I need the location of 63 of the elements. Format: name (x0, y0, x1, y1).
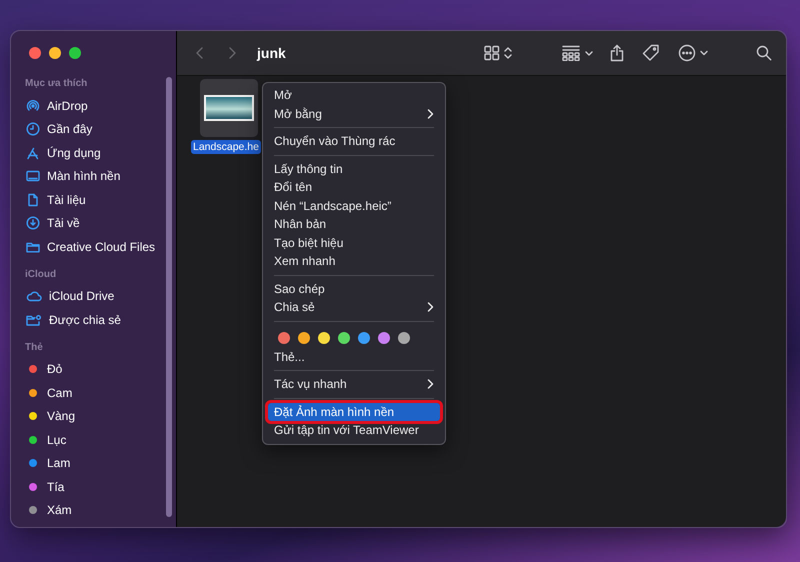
menu-item[interactable]: Đổi tên (268, 178, 440, 196)
menu-item[interactable]: Thẻ... (268, 348, 440, 366)
file-name[interactable]: Landscape.he (191, 140, 261, 154)
photo-placeholder (204, 95, 254, 121)
sidebar-item[interactable]: Đỏ (11, 358, 176, 381)
zoom-button[interactable] (69, 47, 81, 59)
close-button[interactable] (29, 47, 41, 59)
sidebar-item[interactable]: iCloud Drive (11, 284, 176, 308)
tag-color-dot[interactable] (358, 332, 370, 344)
sidebar-item[interactable]: Ứng dụng (11, 141, 176, 164)
menu-item[interactable]: Xem nhanh (268, 252, 440, 270)
shared-folder-icon (26, 312, 42, 327)
monitor-icon (26, 169, 40, 184)
sidebar-item[interactable]: Lục (11, 428, 176, 452)
forward-icon[interactable] (227, 46, 237, 60)
menu-item[interactable]: Chuyển vào Thùng rác (268, 132, 440, 150)
sidebar-item[interactable]: Được chia sẻ (11, 308, 176, 332)
sidebar-item[interactable]: Cam (11, 381, 176, 404)
menu-item[interactable]: Lấy thông tin (268, 160, 440, 178)
sidebar-item[interactable]: Tía (11, 475, 176, 498)
download-icon (26, 216, 40, 230)
airdrop-icon (26, 98, 40, 113)
sidebar-item[interactable]: Màn hình nền (11, 164, 176, 188)
sidebar-item[interactable]: Xám (11, 498, 176, 522)
sidebar-item[interactable]: Tải về (11, 212, 176, 235)
search-icon[interactable] (756, 45, 772, 61)
apps-icon (26, 146, 40, 160)
sidebar-item[interactable]: Vàng (11, 404, 176, 428)
sidebar-section-title: Mục ưa thích (24, 78, 88, 89)
share-icon[interactable] (610, 44, 624, 62)
clock-icon (26, 122, 40, 136)
more-icon[interactable] (678, 44, 710, 62)
menu-item[interactable]: Đặt Ảnh màn hình nền (268, 402, 440, 421)
menu-item[interactable]: Tạo biệt hiệu (268, 234, 440, 252)
menu-item[interactable]: Mở bằng (268, 104, 440, 123)
tag-color-dot[interactable] (338, 332, 350, 344)
sidebar-item[interactable]: Tài liệu (11, 188, 176, 212)
tag-color-dot[interactable] (298, 332, 310, 344)
sidebar-section-title: iCloud (24, 268, 58, 280)
menu-item[interactable]: Sao chép (268, 280, 440, 298)
menu-item[interactable]: Nén “Landscape.heic” (268, 196, 440, 215)
tag-icon[interactable] (642, 44, 660, 62)
scrollbar[interactable] (166, 77, 172, 517)
document-icon (26, 192, 40, 207)
menu-item[interactable]: Mở (268, 86, 440, 104)
window-title: junk (257, 45, 286, 61)
sidebar-item[interactable]: Gần đây (11, 118, 176, 141)
sidebar-section-title: Thẻ (24, 342, 44, 352)
back-icon[interactable] (195, 46, 205, 60)
tag-color-dot[interactable] (398, 332, 410, 344)
sidebar-item[interactable]: Creative Cloud Files (11, 235, 176, 258)
tag-color-dot[interactable] (318, 332, 330, 344)
sidebar-item[interactable]: AirDrop (11, 94, 176, 118)
minimize-button[interactable] (49, 47, 61, 59)
menu-item[interactable]: Nhân bản (268, 215, 440, 234)
cloud-icon (26, 289, 42, 304)
tag-color-dot[interactable] (378, 332, 390, 344)
menu-item[interactable]: Gửi tập tin với TeamViewer (268, 421, 440, 440)
tag-color-dot[interactable] (278, 332, 290, 344)
menu-item[interactable]: Tác vụ nhanh (268, 375, 440, 394)
menu-item[interactable]: Chia sẻ (268, 298, 440, 316)
file-thumbnail[interactable] (200, 79, 258, 137)
sidebar-item[interactable]: Lam (11, 452, 176, 475)
